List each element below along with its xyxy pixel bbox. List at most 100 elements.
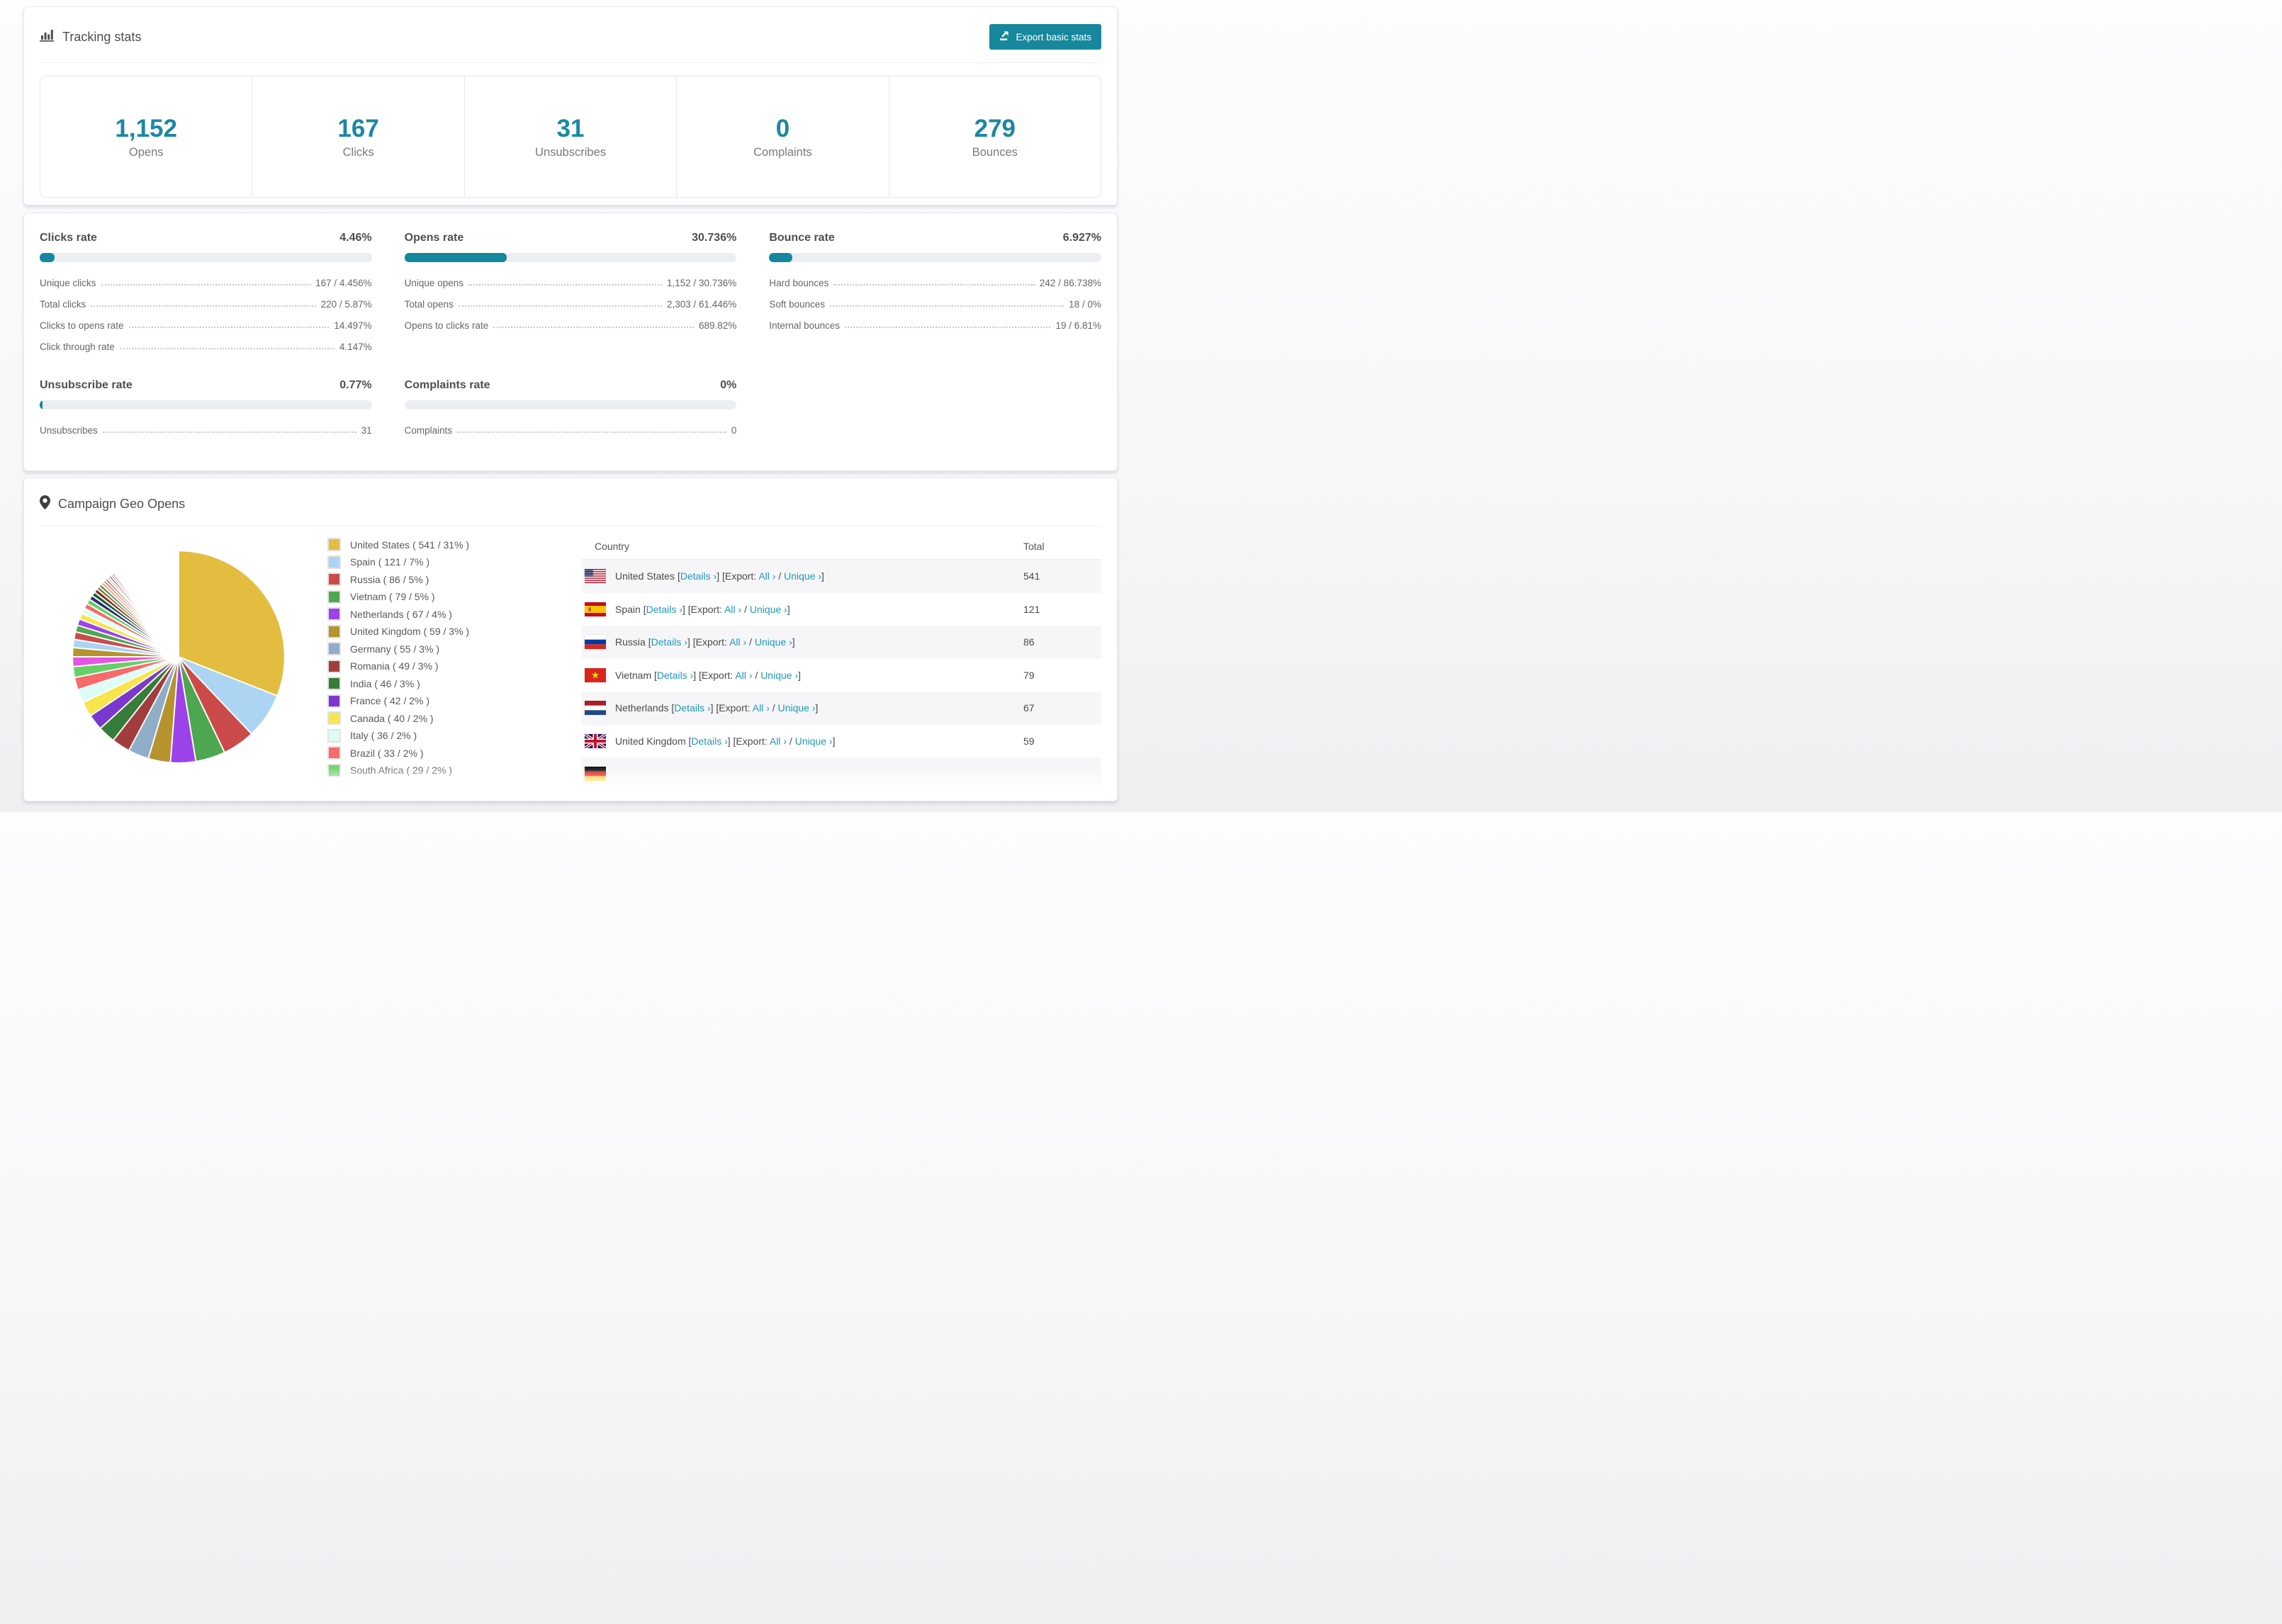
- details-link[interactable]: Details ›: [674, 702, 710, 714]
- page-title: Tracking stats: [62, 29, 142, 44]
- progress-bar: [40, 400, 372, 410]
- legend-label: Vietnam ( 79 / 5% ): [350, 591, 435, 602]
- legend-swatch: [327, 711, 341, 725]
- table-body: United States [Details ›] [Export: All ›…: [582, 560, 1101, 791]
- rate-title: Clicks rate: [40, 232, 97, 244]
- stat-label: Unsubscribes: [535, 145, 606, 159]
- details-link[interactable]: Details ›: [657, 670, 693, 681]
- legend-item[interactable]: Vietnam ( 79 / 5% ): [327, 590, 469, 604]
- rate-detail-row: Total clicks 220 / 5.87%: [40, 299, 372, 310]
- rate-row-value: 220 / 5.87%: [320, 299, 372, 310]
- summary-stat-cell: 279 Bounces: [889, 77, 1101, 197]
- rate-row-value: 19 / 6.81%: [1055, 320, 1101, 331]
- details-link[interactable]: Details ›: [691, 735, 727, 747]
- export-all-link[interactable]: All ›: [770, 735, 787, 747]
- map-pin-icon: [40, 495, 50, 513]
- export-all-link[interactable]: All ›: [729, 636, 746, 648]
- link-separator: /: [746, 636, 755, 648]
- export-unique-link[interactable]: Unique ›: [760, 670, 798, 681]
- rate-value: 0%: [720, 379, 737, 391]
- legend-item[interactable]: Spain ( 121 / 7% ): [327, 555, 469, 569]
- rates-grid: Clicks rate 4.46% Unique clicks 167 / 4.…: [24, 213, 1117, 454]
- legend-swatch: [327, 763, 341, 777]
- rate-value: 4.46%: [339, 232, 372, 244]
- legend-item[interactable]: Romania ( 49 / 3% ): [327, 659, 469, 673]
- geo-country-table: Country Total United States [Details ›] …: [582, 534, 1101, 791]
- rate-row-label: Internal bounces: [769, 320, 841, 331]
- legend-swatch: [327, 555, 341, 569]
- stat-value: 31: [556, 114, 585, 142]
- legend-item[interactable]: Germany ( 55 / 3% ): [327, 642, 469, 655]
- export-all-link[interactable]: All ›: [735, 670, 752, 681]
- summary-stat-cell: 31 Unsubscribes: [465, 77, 678, 197]
- country-name: United States: [615, 570, 678, 582]
- country-total: 541: [1023, 570, 1040, 582]
- details-link[interactable]: Details ›: [680, 570, 716, 582]
- legend-item[interactable]: Italy ( 36 / 2% ): [327, 728, 469, 743]
- bracket-mid: ] [Export:: [687, 636, 730, 648]
- legend-item[interactable]: Russia ( 86 / 5% ): [327, 573, 469, 586]
- legend-item[interactable]: France ( 42 / 2% ): [327, 694, 469, 708]
- summary-stats-row: 1,152 Opens 167 Clicks 31 Unsubscribes 0…: [40, 76, 1101, 198]
- export-all-link[interactable]: All ›: [724, 604, 741, 615]
- bracket-mid: ] [Export:: [682, 603, 725, 615]
- dotted-leader: [830, 305, 1064, 307]
- legend-label: Russia ( 86 / 5% ): [350, 573, 429, 585]
- export-unique-link[interactable]: Unique ›: [784, 570, 821, 582]
- bracket-close: ]: [787, 603, 790, 615]
- summary-stat-cell: 0 Complaints: [677, 77, 889, 197]
- country-name: Vietnam: [615, 669, 654, 681]
- export-basic-stats-button[interactable]: Export basic stats: [989, 24, 1101, 50]
- rate-value: 0.77%: [339, 379, 372, 391]
- legend-item[interactable]: United Kingdom ( 59 / 3% ): [327, 624, 469, 638]
- export-all-link[interactable]: All ›: [758, 570, 775, 582]
- rate-title: Bounce rate: [769, 232, 835, 244]
- legend-item[interactable]: Netherlands ( 67 / 4% ): [327, 607, 469, 621]
- legend-item[interactable]: United States ( 541 / 31% ): [327, 538, 469, 551]
- bar-chart-icon: [40, 28, 55, 45]
- legend-label: Germany ( 55 / 3% ): [350, 643, 440, 655]
- legend-swatch: [327, 624, 341, 638]
- export-unique-link[interactable]: Unique ›: [750, 604, 787, 615]
- rate-detail-row: Complaints 0: [405, 425, 737, 436]
- legend-swatch: [327, 590, 341, 604]
- details-link[interactable]: Details ›: [646, 604, 682, 615]
- stat-label: Opens: [128, 145, 164, 159]
- rate-row-label: Clicks to opens rate: [40, 320, 124, 331]
- legend-item[interactable]: Brazil ( 33 / 2% ): [327, 746, 469, 760]
- rate-title: Opens rate: [404, 232, 464, 244]
- details-link[interactable]: Details ›: [651, 636, 687, 648]
- bracket-close: ]: [832, 735, 836, 747]
- geo-opens-card: Campaign Geo Opens United States ( 541 /…: [23, 478, 1118, 801]
- export-unique-link[interactable]: Unique ›: [778, 702, 816, 714]
- legend-label: Netherlands ( 67 / 4% ): [350, 608, 452, 620]
- legend-item[interactable]: Canada ( 40 / 2% ): [327, 711, 469, 725]
- legend-item[interactable]: India ( 46 / 3% ): [327, 677, 469, 690]
- legend-swatch: [327, 728, 341, 743]
- rate-value: 6.927%: [1062, 232, 1101, 244]
- rate-row-label: Unsubscribes: [40, 425, 98, 436]
- summary-stat-cell: 167 Clicks: [252, 77, 465, 197]
- rate-row-label: Total clicks: [40, 299, 86, 310]
- link-separator: /: [769, 702, 778, 714]
- rate-row-label: Hard bounces: [769, 278, 829, 288]
- legend-item[interactable]: South Africa ( 29 / 2% ): [327, 763, 469, 777]
- rate-detail-row: Unique clicks 167 / 4.456%: [40, 278, 372, 288]
- rate-rows: Unique clicks 167 / 4.456% Total clicks …: [40, 278, 372, 352]
- tracking-stats-card: Tracking stats Export basic stats 1,152 …: [23, 6, 1118, 205]
- legend-label: France ( 42 / 2% ): [350, 695, 430, 706]
- link-separator: /: [741, 603, 750, 615]
- export-all-link[interactable]: All ›: [753, 702, 770, 714]
- geo-pie-chart[interactable]: [68, 546, 289, 767]
- rate-row-label: Opens to clicks rate: [404, 320, 489, 331]
- country-total: 121: [1023, 603, 1040, 615]
- export-unique-link[interactable]: Unique ›: [795, 735, 833, 747]
- export-unique-link[interactable]: Unique ›: [755, 636, 792, 648]
- progress-bar: [40, 253, 372, 262]
- column-header-total: Total: [1023, 541, 1045, 552]
- progress-bar: [404, 253, 737, 262]
- country-total: 59: [1023, 735, 1035, 747]
- progress-bar: [769, 253, 1101, 262]
- rate-row-label: Total opens: [404, 299, 454, 310]
- tracking-card-header: Tracking stats Export basic stats: [40, 7, 1101, 63]
